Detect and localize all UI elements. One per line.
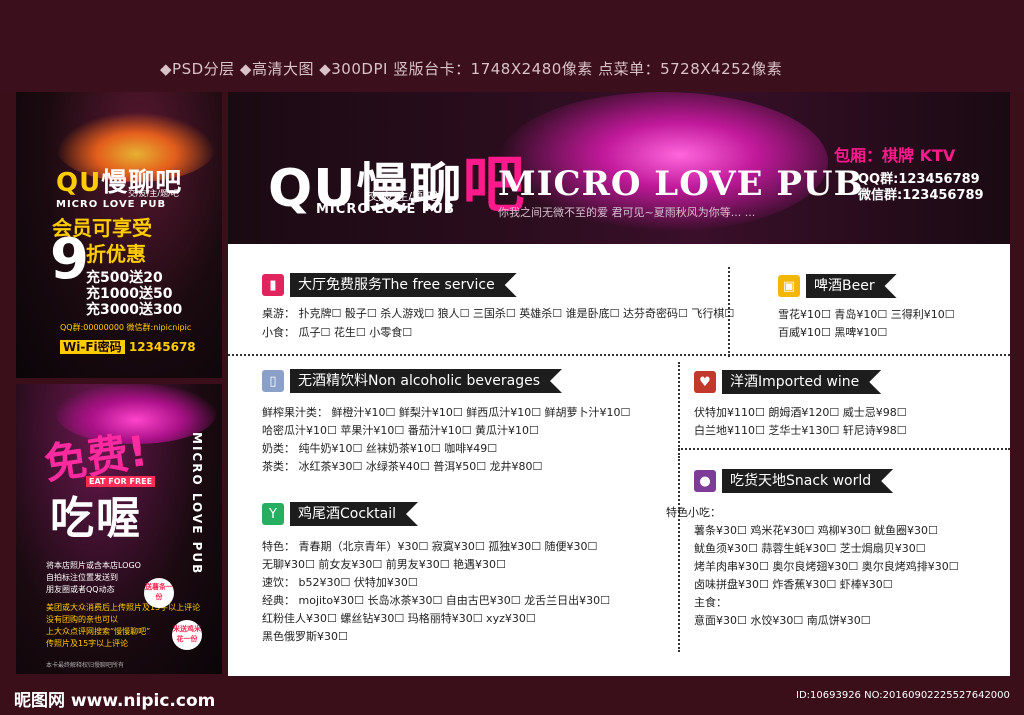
specs-text: ◆PSD分层 ◆高清大图 ◆300DPI 竖版台卡：1748X2480像素 点菜… xyxy=(160,60,783,78)
instruction-line: 美团或大众消费后上传照片及15字以上评论 xyxy=(46,603,201,612)
section-free-service: ▮ 大厅免费服务The free service xyxy=(262,272,517,298)
section-title: 鸡尾酒Cocktail xyxy=(290,502,418,526)
eat-heading: 吃喔 xyxy=(50,493,142,544)
discount-number: 9 xyxy=(50,227,89,292)
wifi-value: 12345678 xyxy=(128,340,196,354)
wine-glass-icon: QU xyxy=(56,168,102,198)
menu-row: 卤味拼盘¥30☐ 炸香蕉¥30☐ 虾棒¥30☐ xyxy=(694,578,893,591)
menu-row: 黑色俄罗斯¥30☐ xyxy=(262,630,348,643)
cocktail-icon: Y xyxy=(262,503,284,525)
divider xyxy=(228,354,1010,356)
menu-row: 鲜榨果汁类： 鲜橙汁¥10☐ 鲜梨汁¥10☐ 鲜西瓜汁¥10☐ 鲜胡萝卜汁¥10… xyxy=(262,406,631,419)
menu-row: 特色： 青春期（北京青年）¥30☐ 寂寞¥30☐ 孤独¥30☐ 随便¥30☐ xyxy=(262,540,598,553)
banner-pub-name: MICRO LOVE PUB xyxy=(498,164,864,204)
section-beer: ▣ 啤酒Beer xyxy=(778,273,897,299)
card-subtitle: 交/友/主/题/吧 xyxy=(128,189,179,198)
instruction-line: 上大众点评网搜索“慢慢聊吧” xyxy=(46,627,151,636)
menu-row: 意面¥30☐ 水饺¥30☐ 南瓜饼¥30☐ xyxy=(694,614,871,627)
instruction-line: 自拍标注位置发送到 xyxy=(46,573,118,582)
free-eat-card: 免费! EAT FOR FREE 吃喔 MICRO LOVE PUB 将本店照片… xyxy=(16,384,222,674)
menu-row: 特色小吃： xyxy=(666,506,721,519)
menu-row: 百威¥10☐ 黑啤¥10☐ xyxy=(778,326,888,339)
menu-row: 主食： xyxy=(694,596,727,609)
footer-id: ID:10693926 NO:20160902225527642000 xyxy=(796,690,1010,701)
wechat-group: 微信群:123456789 xyxy=(858,188,984,203)
wifi-info: Wi-Fi密码 12345678 xyxy=(60,338,196,355)
section-title: 无酒精饮料Non alcoholic beverages xyxy=(290,369,562,393)
menu-row: 白兰地¥110☐ 芝华士¥130☐ 轩尼诗¥98☐ xyxy=(694,424,907,437)
divider xyxy=(678,362,680,458)
instruction-line: 将本店照片或含本店LOGO xyxy=(46,561,141,570)
stamp-badge: 米送鸡米花一份 xyxy=(172,620,202,650)
section-snack-world: ● 吃货天地Snack world xyxy=(694,468,893,494)
footer-logo: 昵图网 www.nipic.com xyxy=(14,691,216,711)
section-title: 大厅免费服务The free service xyxy=(290,273,517,297)
food-icon: ● xyxy=(694,470,716,492)
menu-row: 桌游： 扑克牌☐ 骰子☐ 杀人游戏☐ 狼人☐ 三国杀☐ 英雄杀☐ 谁是卧底☐ 达… xyxy=(262,307,735,320)
stamp-badge: 送薯条一份 xyxy=(144,578,174,608)
fine-print: 本卡最终解释权归慢聊吧所有 xyxy=(46,662,125,669)
banner-slogan: 你我之间无微不至的爱 君可见~夏雨秋风为你等... ... xyxy=(498,206,756,219)
menu-banner: QU慢聊吧 交/友/主/题/吧 MICRO LOVE PUB MICRO LOV… xyxy=(228,92,1010,244)
promo-line: 充3000送300 xyxy=(86,302,183,318)
menu-row: 伏特加¥110☐ 朗姆酒¥120☐ 威士忌¥98☐ xyxy=(694,406,907,419)
menu-row: 雪花¥10☐ 青岛¥10☐ 三得利¥10☐ xyxy=(778,308,955,321)
menu-row: 奶类： 纯牛奶¥10☐ 丝袜奶茶¥10☐ 咖啡¥49☐ xyxy=(262,442,498,455)
instruction-line: 传照片及15字以上评论 xyxy=(46,639,129,648)
banner-pub-small: MICRO LOVE PUB xyxy=(316,202,455,217)
menu-row: 鱿鱼须¥30☐ 蒜蓉生蚝¥30☐ 芝士焗扇贝¥30☐ xyxy=(694,542,926,555)
menu-row: 小食： 瓜子☐ 花生☐ 小零食☐ xyxy=(262,326,413,339)
card-pub-name: MICRO LOVE PUB xyxy=(56,199,167,210)
divider xyxy=(678,456,680,652)
menu-row: 速饮： b52¥30☐ 伏特加¥30☐ xyxy=(262,576,418,589)
cards-icon: ▮ xyxy=(262,274,284,296)
vertical-pub-name: MICRO LOVE PUB xyxy=(190,432,204,576)
discount-label: 折优惠 xyxy=(86,242,146,266)
cup-icon: ▯ xyxy=(262,370,284,392)
menu-row: 薯条¥30☐ 鸡米花¥30☐ 鸡柳¥30☐ 鱿鱼圈¥30☐ xyxy=(694,524,938,537)
room-info: 包厢：棋牌 KTV xyxy=(834,146,956,165)
top-strip: ◆PSD分层 ◆高清大图 ◆300DPI 竖版台卡：1748X2480像素 点菜… xyxy=(0,0,1024,92)
member-card: QU慢聊吧 交/友/主/题/吧 MICRO LOVE PUB 会员可享受 9 折… xyxy=(16,92,222,378)
card-qq: QQ群:00000000 微信群:nipicnipic xyxy=(60,323,192,332)
menu-row: 红粉佳人¥30☐ 螺丝钻¥30☐ 玛格丽特¥30☐ xyz¥30☐ xyxy=(262,612,536,625)
section-title: 洋酒Imported wine xyxy=(722,370,881,394)
section-title: 啤酒Beer xyxy=(806,274,897,298)
wine-icon: ♥ xyxy=(694,371,716,393)
instruction-line: 没有团购的亲也可以 xyxy=(46,615,118,624)
section-soft-drinks: ▯ 无酒精饮料Non alcoholic beverages xyxy=(262,368,562,394)
menu-row: 茶类： 冰红茶¥30☐ 冰绿茶¥40☐ 普洱¥50☐ 龙井¥80☐ xyxy=(262,460,543,473)
section-imported-wine: ♥ 洋酒Imported wine xyxy=(694,369,881,395)
divider xyxy=(678,448,1010,450)
wifi-label: Wi-Fi密码 xyxy=(60,340,125,354)
menu-row: 烤羊肉串¥30☐ 奥尔良烤翅¥30☐ 奥尔良烤鸡排¥30☐ xyxy=(694,560,959,573)
section-title: 吃货天地Snack world xyxy=(722,469,893,493)
menu-row: 无聊¥30☐ 前女友¥30☐ 前男友¥30☐ 艳遇¥30☐ xyxy=(262,558,506,571)
menu-board: QU慢聊吧 交/友/主/题/吧 MICRO LOVE PUB MICRO LOV… xyxy=(228,92,1010,676)
menu-row: 哈密瓜汁¥10☐ 苹果汁¥10☐ 番茄汁¥10☐ 黄瓜汁¥10☐ xyxy=(262,424,539,437)
beer-icon: ▣ xyxy=(778,275,800,297)
menu-row: 经典： mojito¥30☐ 长岛冰茶¥30☐ 自由古巴¥30☐ 龙舌兰日出¥3… xyxy=(262,594,611,607)
section-cocktail: Y 鸡尾酒Cocktail xyxy=(262,501,418,527)
instruction-line: 朋友圈或者QQ动态 xyxy=(46,585,115,594)
